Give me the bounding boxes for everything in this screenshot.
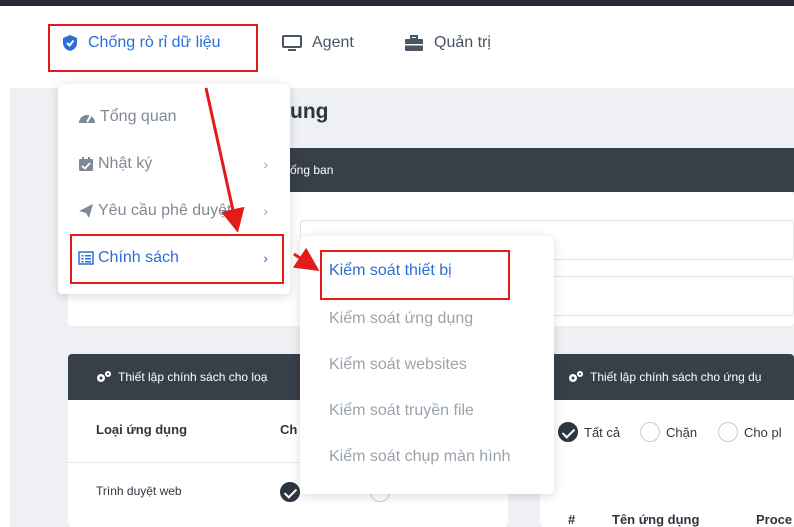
annotation-arrow (292, 247, 320, 271)
annotation-arrows (204, 87, 320, 271)
annotation-arrow (204, 87, 245, 233)
